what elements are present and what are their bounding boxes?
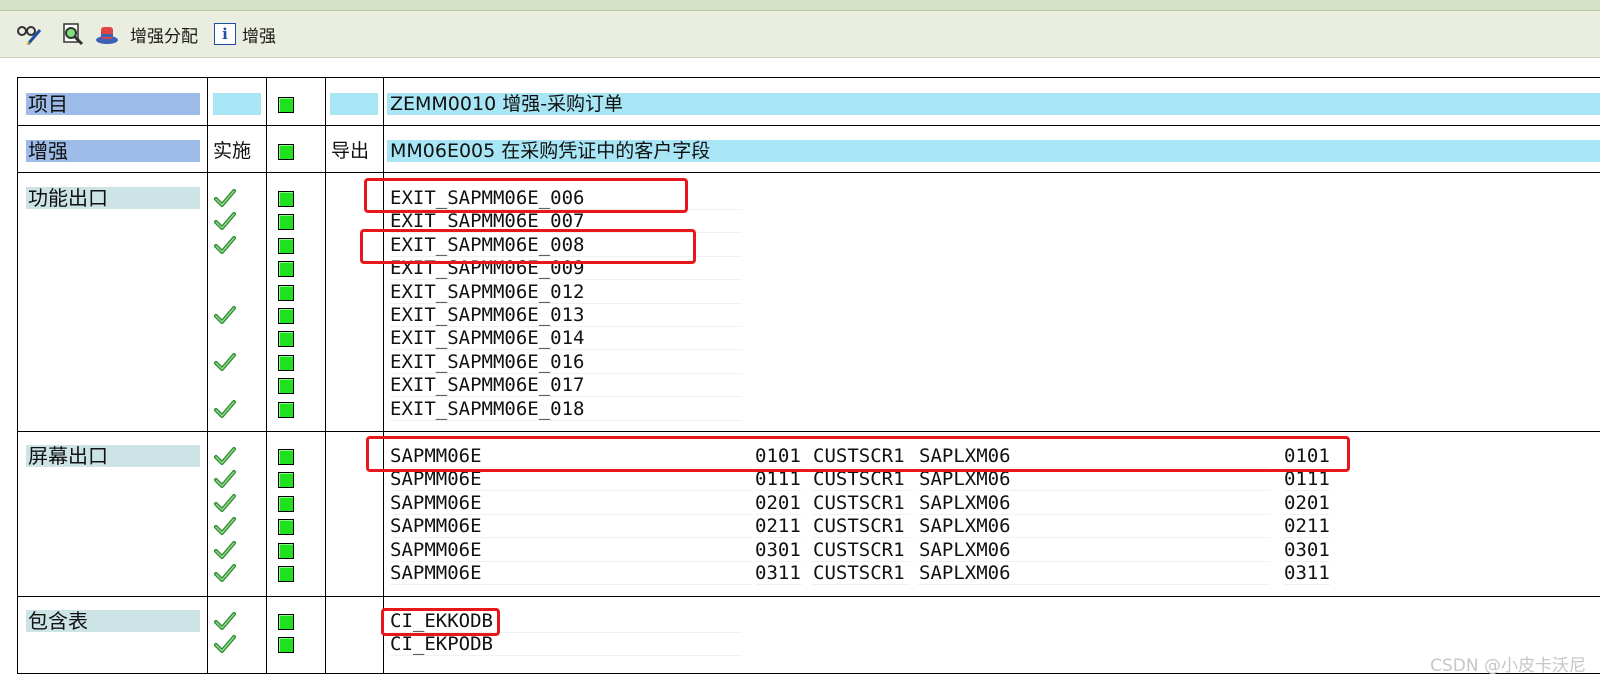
screen-exit-called-program[interactable]: SAPLXM06 (919, 515, 1011, 538)
status-green-icon (278, 637, 294, 654)
display-change-button[interactable] (0, 19, 42, 49)
status-green-icon (278, 542, 294, 559)
status-green-icon (278, 284, 294, 301)
check-icon (214, 399, 236, 423)
screen-exit-program[interactable]: SAPMM06E (390, 562, 482, 585)
status-green-icon (278, 472, 294, 489)
csdn-watermark: CSDN @小皮卡沃尼 (1430, 656, 1586, 676)
status-green-icon (278, 331, 294, 348)
screen-exit-called-screen[interactable]: 0211 (1284, 515, 1330, 538)
hat-icon (94, 22, 118, 46)
enhancement-info-button[interactable]: i 增强 (204, 19, 276, 49)
screen-exit-area[interactable]: CUSTSCR1 (813, 539, 905, 562)
status-green-icon (278, 354, 294, 371)
screen-exit-program[interactable]: SAPMM06E (390, 515, 482, 538)
screen-exit-area[interactable]: CUSTSCR1 (813, 562, 905, 585)
check-icon (214, 634, 236, 658)
check-icon (214, 305, 236, 329)
project-export-bar (330, 93, 378, 115)
screen-exit-called-screen[interactable]: 0301 (1284, 539, 1330, 562)
project-impl-bar (213, 93, 261, 115)
status-green-icon (278, 614, 294, 630)
enhancement-info-label: 增强 (242, 26, 276, 47)
includes-label: 包含表 (26, 610, 200, 632)
status-green-icon (278, 519, 294, 536)
highlight-exit-006 (364, 178, 688, 213)
function-exit-name[interactable]: EXIT_SAPMM06E_014 (390, 327, 584, 350)
function-exit-name[interactable]: EXIT_SAPMM06E_016 (390, 351, 584, 374)
screen-exit-called-program[interactable]: SAPLXM06 (919, 492, 1011, 515)
screen-exit-area[interactable]: CUSTSCR1 (813, 492, 905, 515)
screen-exits-label: 屏幕出口 (26, 445, 200, 467)
status-green-icon (278, 308, 294, 324)
screen-exit-program[interactable]: SAPMM06E (390, 492, 482, 515)
status-green-icon (278, 449, 294, 465)
status-green-icon (278, 191, 294, 207)
screen-exit-screen-number[interactable]: 0211 (755, 515, 801, 538)
status-green-icon (278, 378, 294, 395)
function-exit-name[interactable]: EXIT_SAPMM06E_013 (390, 304, 584, 327)
check-object-button[interactable] (46, 19, 84, 49)
screen-exit-program[interactable]: SAPMM06E (390, 539, 482, 562)
project-label: 项目 (26, 93, 200, 115)
status-green-icon (278, 495, 294, 512)
project-status-icon (278, 97, 294, 113)
enhancement-label: 增强 (26, 140, 200, 162)
screen-exit-area[interactable]: CUSTSCR1 (813, 515, 905, 538)
enhancement-assignment-label: 增强分配 (130, 26, 198, 47)
check-icon (214, 493, 236, 517)
include-structure-name[interactable]: CI_EKPODB (390, 633, 493, 656)
enhancement-value[interactable]: MM06E005 在采购凭证中的客户字段 (390, 140, 710, 162)
function-exit-name[interactable]: EXIT_SAPMM06E_017 (390, 374, 584, 397)
project-value[interactable]: ZEMM0010 增强-采购订单 (390, 93, 623, 115)
implementation-label: 实施 (213, 140, 252, 162)
check-icon (214, 469, 236, 493)
magnifier-document-icon (60, 22, 84, 46)
highlight-exit-008 (360, 229, 696, 264)
check-icon (214, 563, 236, 587)
screen-exit-screen-number[interactable]: 0201 (755, 492, 801, 515)
enhancement-assignment-button[interactable]: 增强分配 (124, 19, 198, 49)
status-green-icon (278, 401, 294, 418)
function-exit-name[interactable]: EXIT_SAPMM06E_018 (390, 398, 584, 421)
check-icon (214, 352, 236, 376)
status-green-icon (278, 566, 294, 582)
check-icon (214, 235, 236, 259)
enhancement-status-icon (278, 144, 294, 160)
function-exit-name[interactable]: EXIT_SAPMM06E_012 (390, 281, 584, 304)
screen-exit-called-program[interactable]: SAPLXM06 (919, 539, 1011, 562)
info-icon: i (214, 23, 236, 45)
check-icon (214, 540, 236, 564)
screen-exit-called-screen[interactable]: 0201 (1284, 492, 1330, 515)
screen-exit-called-program[interactable]: SAPLXM06 (919, 562, 1011, 585)
check-icon (214, 211, 236, 235)
application-toolbar: 增强分配 i 增强 (0, 11, 1600, 58)
enhancement-project-grid: 项目 ZEMM0010 增强-采购订单 增强 实施 导出 MM06E005 在采… (17, 77, 1600, 674)
export-label: 导出 (331, 140, 370, 162)
highlight-ci-ekkodb (381, 608, 500, 636)
highlight-screen-0101 (366, 436, 1350, 472)
activate-button[interactable] (90, 19, 118, 49)
status-green-icon (278, 261, 294, 278)
function-exits-label: 功能出口 (26, 187, 200, 209)
window-title-strip (0, 0, 1600, 11)
check-icon (214, 516, 236, 540)
check-icon (214, 188, 236, 212)
screen-exit-called-screen[interactable]: 0311 (1284, 562, 1330, 585)
status-green-icon (278, 237, 294, 254)
screen-exit-screen-number[interactable]: 0301 (755, 539, 801, 562)
glasses-pencil-icon (16, 22, 42, 46)
screen-exit-screen-number[interactable]: 0311 (755, 562, 801, 585)
status-green-icon (278, 214, 294, 231)
check-icon (214, 446, 236, 470)
check-icon (214, 611, 236, 635)
